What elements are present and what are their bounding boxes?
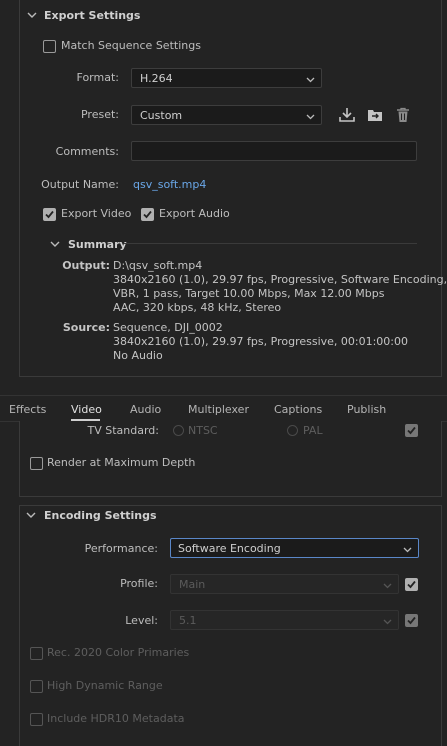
delete-preset-icon[interactable] [394,106,412,124]
rec2020-label: Rec. 2020 Color Primaries [47,646,190,659]
tab-publish[interactable]: Publish [347,403,386,416]
level-dropdown[interactable]: 5.1 [170,610,399,630]
tab-multiplexer[interactable]: Multiplexer [188,403,249,416]
preset-value: Custom [140,109,183,122]
chevron-down-icon [306,111,315,124]
render-max-depth-checkbox[interactable] [30,457,43,470]
profile-value: Main [179,578,206,591]
tab-video[interactable]: Video [71,403,102,416]
pal-radio[interactable] [287,425,298,436]
profile-dropdown[interactable]: Main [170,574,399,594]
summary-output-line: VBR, 1 pass, Target 10.00 Mbps, Max 12.0… [113,287,385,300]
level-value: 5.1 [179,614,197,627]
import-preset-icon[interactable] [366,106,384,124]
tv-standard-override-checkbox[interactable] [405,424,418,437]
ntsc-radio[interactable] [173,425,184,436]
save-preset-icon[interactable] [338,106,356,124]
hdr-checkbox[interactable] [30,680,43,693]
format-value: H.264 [140,72,173,85]
format-dropdown[interactable]: H.264 [131,68,322,88]
export-settings-title: Export Settings [44,9,141,22]
level-label: Level: [125,614,158,627]
summary-output-line: D:\qsv_soft.mp4 [113,259,203,272]
encoding-settings-title: Encoding Settings [44,509,157,522]
chevron-down-icon [383,616,392,629]
tabs-top-divider [0,395,447,396]
output-name-link[interactable]: qsv_soft.mp4 [133,178,206,191]
export-audio-checkbox[interactable] [141,208,154,221]
chevron-down-icon [383,580,392,593]
hdr10-metadata-label: Include HDR10 Metadata [47,712,185,725]
hdr10-metadata-checkbox[interactable] [30,713,43,726]
preset-label: Preset: [80,108,119,121]
summary-source-key: Source: [62,321,110,334]
tv-standard-label: TV Standard: [87,424,160,437]
tab-audio[interactable]: Audio [130,403,161,416]
pal-label: PAL [303,424,323,437]
summary-divider [124,243,417,244]
summary-output-line: 3840x2160 (1.0), 29.97 fps, Progressive,… [113,273,447,286]
export-audio-label: Export Audio [159,207,230,220]
hdr-label: High Dynamic Range [47,679,163,692]
summary-source-line: Sequence, DJI_0002 [113,321,223,334]
comments-label: Comments: [55,145,119,158]
render-max-depth-label: Render at Maximum Depth [47,456,196,469]
summary-output-key: Output: [62,259,110,272]
tab-effects[interactable]: Effects [9,403,46,416]
output-name-label: Output Name: [41,178,119,191]
performance-dropdown[interactable]: Software Encoding [170,538,419,558]
match-sequence-label: Match Sequence Settings [61,39,201,52]
summary-output-line: AAC, 320 kbps, 48 kHz, Stereo [113,301,282,314]
match-sequence-checkbox[interactable] [43,40,56,53]
rec2020-checkbox[interactable] [30,647,43,660]
format-label: Format: [76,71,119,84]
profile-override-checkbox[interactable] [405,578,418,591]
chevron-down-icon [306,74,315,87]
level-override-checkbox[interactable] [405,614,418,627]
export-settings-collapse-chevron-icon[interactable] [27,10,37,20]
performance-value: Software Encoding [178,542,281,555]
ntsc-label: NTSC [188,424,218,437]
export-video-label: Export Video [61,207,132,220]
encoding-collapse-chevron-icon[interactable] [26,510,36,520]
performance-label: Performance: [84,542,158,555]
preset-dropdown[interactable]: Custom [131,105,322,125]
profile-label: Profile: [120,577,158,590]
export-video-checkbox[interactable] [43,208,56,221]
summary-collapse-chevron-icon[interactable] [50,239,60,249]
tab-captions[interactable]: Captions [274,403,322,416]
summary-title: Summary [68,238,127,251]
summary-source-line: No Audio [113,349,163,362]
summary-source-line: 3840x2160 (1.0), 29.97 fps, Progressive,… [113,335,409,348]
chevron-down-icon [403,544,412,557]
comments-input[interactable] [131,141,417,161]
